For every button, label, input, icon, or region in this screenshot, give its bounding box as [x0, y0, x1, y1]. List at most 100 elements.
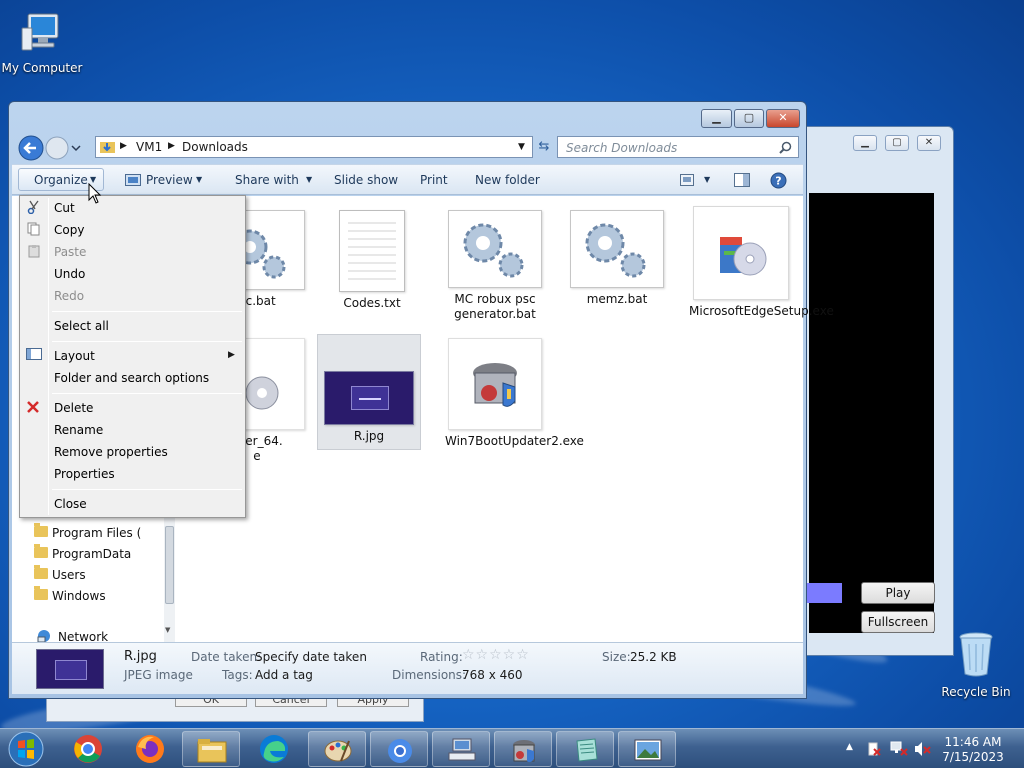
preview-pane-icon[interactable] — [734, 173, 750, 187]
menu-item-layout[interactable]: Layout — [54, 349, 95, 363]
close-button[interactable]: ✕ — [766, 109, 800, 128]
file-item[interactable]: MC robux psc generator.bat — [445, 210, 545, 322]
file-item[interactable]: Codes.txt — [322, 210, 422, 311]
layout-icon — [26, 348, 42, 360]
taskbar-photo-viewer[interactable] — [618, 731, 676, 767]
menu-item-close[interactable]: Close — [54, 497, 87, 511]
organize-button[interactable]: Organize — [34, 173, 88, 187]
maximize-button[interactable]: ▢ — [885, 135, 909, 151]
desktop-icon-my-computer[interactable]: My Computer — [0, 10, 84, 75]
nav-item-program-files[interactable]: Program Files ( — [34, 523, 141, 540]
view-options-icon[interactable] — [680, 174, 694, 186]
size-label: Size: — [602, 650, 631, 664]
folder-icon — [34, 586, 48, 600]
taskbar-explorer[interactable] — [182, 731, 240, 767]
breadcrumb-item-vm1[interactable]: VM1 — [136, 140, 162, 154]
computer-keyboard-icon — [448, 738, 476, 761]
search-input[interactable]: Search Downloads — [557, 136, 799, 158]
address-bar[interactable]: ▶ VM1 ▶ Downloads ▼ — [95, 136, 533, 158]
dimensions-label: Dimensions: — [392, 668, 467, 682]
refresh-icon[interactable]: ⇆ — [535, 136, 553, 158]
clock-date: 7/15/2023 — [942, 750, 1004, 764]
menu-item-folder-options[interactable]: Folder and search options — [54, 371, 209, 385]
chevron-down-icon: ▼ — [196, 175, 203, 184]
nav-item-users[interactable]: Users — [34, 565, 86, 582]
menu-item-delete[interactable]: Delete — [54, 401, 93, 415]
chevron-down-icon[interactable]: ▼ — [704, 175, 710, 184]
minimize-button[interactable]: ▁ — [701, 109, 732, 128]
chevron-down-icon[interactable]: ▼ — [518, 142, 525, 152]
size-value: 25.2 KB — [630, 650, 677, 664]
help-icon[interactable]: ? — [770, 172, 787, 189]
back-forward-buttons[interactable] — [17, 134, 83, 162]
minimize-button[interactable]: ▁ — [853, 135, 877, 151]
menu-item-redo: Redo — [54, 289, 85, 303]
show-hidden-icons[interactable]: ▲ — [846, 742, 853, 752]
folder-icon — [197, 739, 227, 763]
menu-item-remove-properties[interactable]: Remove properties — [54, 445, 168, 459]
scroll-down-icon[interactable]: ▼ — [165, 626, 170, 634]
preview-button[interactable]: Preview — [146, 173, 193, 187]
tags-label: Tags: — [222, 668, 253, 682]
file-item[interactable]: Win7BootUpdater2.exe — [445, 338, 584, 449]
tags-value[interactable]: Add a tag — [255, 668, 313, 682]
edge-icon[interactable] — [258, 733, 290, 765]
clock-time: 11:46 AM — [944, 735, 1002, 749]
file-item-selected[interactable]: R.jpg — [317, 334, 421, 450]
gears-icon — [448, 210, 542, 288]
taskbar-installer[interactable] — [494, 731, 552, 767]
selected-file-thumbnail — [36, 649, 104, 689]
menu-item-copy[interactable]: Copy — [54, 223, 84, 237]
menu-separator — [52, 311, 242, 312]
taskbar-chrome-window[interactable] — [370, 731, 428, 767]
menu-item-cut[interactable]: Cut — [54, 201, 75, 215]
taskbar-paint[interactable] — [308, 731, 366, 767]
close-button[interactable]: ✕ — [917, 135, 941, 151]
network-status-icon[interactable] — [890, 741, 908, 757]
print-button[interactable]: Print — [420, 173, 448, 187]
slide-show-button[interactable]: Slide show — [334, 173, 398, 187]
video-area[interactable] — [809, 193, 934, 633]
scrollbar-thumb[interactable] — [165, 526, 174, 604]
start-button[interactable] — [6, 729, 46, 768]
maximize-button[interactable]: ▢ — [734, 109, 764, 128]
menu-item-properties[interactable]: Properties — [54, 467, 115, 481]
menu-item-undo[interactable]: Undo — [54, 267, 85, 281]
installer-icon — [693, 206, 789, 300]
preview-icon — [125, 174, 141, 186]
nav-item-windows[interactable]: Windows — [34, 586, 106, 603]
rating-stars[interactable]: ☆☆☆☆☆ — [462, 647, 530, 663]
date-taken-value[interactable]: Specify date taken — [255, 650, 367, 664]
menu-separator — [52, 393, 242, 394]
file-item[interactable]: MicrosoftEdgeSetup.exe — [689, 206, 834, 319]
play-button[interactable]: Play — [861, 582, 935, 604]
file-item[interactable]: memz.bat — [567, 210, 667, 307]
action-center-icon[interactable] — [866, 741, 882, 757]
recycle-bin-icon — [959, 632, 993, 677]
details-filetype: JPEG image — [124, 668, 193, 682]
menu-item-select-all[interactable]: Select all — [54, 319, 109, 333]
chrome-icon[interactable] — [72, 733, 104, 765]
notepad-icon — [576, 738, 598, 762]
nav-item-programdata[interactable]: ProgramData — [34, 544, 131, 561]
background-window[interactable]: ▁ ▢ ✕ Play Fullscreen — [800, 126, 954, 656]
copy-icon — [27, 222, 40, 236]
svg-text:?: ? — [775, 175, 781, 188]
image-thumb — [324, 371, 414, 425]
menu-gutter — [48, 198, 49, 515]
share-with-button[interactable]: Share with — [235, 173, 299, 187]
paint-palette-icon — [324, 740, 352, 762]
taskbar-notepad[interactable] — [556, 731, 614, 767]
chromium-icon — [388, 739, 412, 763]
new-folder-button[interactable]: New folder — [475, 173, 540, 187]
menu-item-rename[interactable]: Rename — [54, 423, 103, 437]
fullscreen-button[interactable]: Fullscreen — [861, 611, 935, 633]
breadcrumb-arrow-icon: ▶ — [120, 141, 127, 151]
volume-bar[interactable] — [807, 583, 842, 603]
firefox-icon[interactable] — [134, 733, 166, 765]
breadcrumb-item-downloads[interactable]: Downloads — [182, 140, 248, 154]
system-clock[interactable]: 11:46 AM 7/15/2023 — [940, 735, 1006, 765]
volume-muted-icon[interactable] — [914, 741, 932, 757]
search-icon[interactable] — [779, 141, 792, 154]
taskbar-remote-desktop[interactable] — [432, 731, 490, 767]
